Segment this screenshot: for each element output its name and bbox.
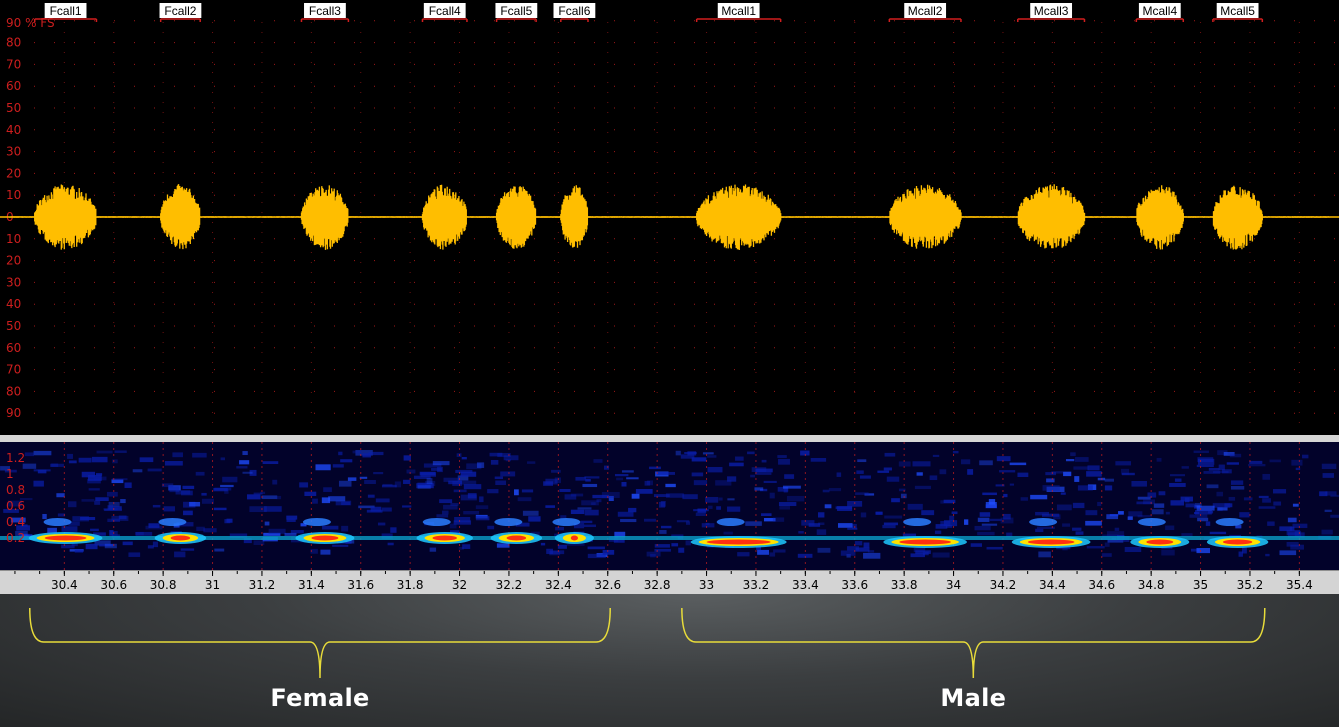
waveform-panel[interactable]: 90 % FS 80 70 60 50 40 30 20 10 0 10 20 30 40 50 60 70 80…: [0, 0, 1339, 435]
amplitude-label: 10: [6, 232, 21, 246]
time-tick-label: 31.4: [298, 578, 325, 592]
time-tick-label: 35.2: [1237, 578, 1264, 592]
bracket-male: [681, 607, 1266, 679]
time-tick-label: 33: [699, 578, 714, 592]
time-tick-label: 33.2: [743, 578, 770, 592]
time-axis[interactable]: 30.4 30.6 30.8 31 31.2 31.4 31.6 31.8 32 32.2 32.4…: [0, 570, 1339, 595]
time-tick-label: 34.4: [1039, 578, 1066, 592]
call-marker-fcall6[interactable]: Fcall6: [553, 3, 596, 22]
amplitude-label: 60: [6, 341, 21, 355]
time-tick-label: 34.6: [1088, 578, 1115, 592]
amplitude-label: 60: [6, 79, 21, 93]
group-brackets: [29, 607, 1266, 679]
call-marker-mcall2[interactable]: Mcall2: [888, 3, 962, 22]
time-tick-label: 31.2: [249, 578, 276, 592]
male-group-label: Male: [940, 684, 1007, 712]
amplitude-label: 70: [6, 363, 21, 377]
time-tick-label: 30.8: [150, 578, 177, 592]
amplitude-label: 30: [6, 275, 21, 289]
call-label: Fcall4: [429, 4, 461, 18]
call-marker-mcall1[interactable]: Mcall1: [695, 3, 782, 22]
time-tick-label: 30.4: [51, 578, 78, 592]
amplitude-label: 90: [6, 406, 21, 420]
time-tick-label: 31.6: [347, 578, 374, 592]
frequency-label: 0.8: [6, 483, 25, 497]
frequency-label: 1.2: [6, 451, 25, 465]
spectrogram-call-mcall1: [690, 518, 787, 548]
time-tick-label: 33.6: [841, 578, 868, 592]
call-marker-fcall1[interactable]: Fcall1: [33, 3, 98, 22]
time-tick-label: 30.6: [100, 578, 127, 592]
amplitude-label: 40: [6, 123, 21, 137]
call-marker-fcall5[interactable]: Fcall5: [495, 3, 538, 22]
time-axis-scale: 30.4 30.6 30.8 31 31.2 31.4 31.6 31.8 32 32.2 32.4…: [14, 571, 1313, 592]
amplitude-label: 10: [6, 188, 21, 202]
spectrogram-call-mcall4: [1130, 518, 1190, 548]
call-label: Fcall1: [50, 4, 82, 18]
call-label: Mcall2: [908, 4, 943, 18]
amplitude-unit-label: 90 % FS: [6, 16, 55, 30]
time-tick-label: 33.8: [891, 578, 918, 592]
time-tick-label: 32: [452, 578, 467, 592]
frequency-label: 0.4: [6, 515, 25, 529]
call-label: Mcall4: [1142, 4, 1177, 18]
call-marker-mcall4[interactable]: Mcall4: [1135, 3, 1185, 22]
time-tick-label: 31: [205, 578, 220, 592]
call-label: Mcall3: [1034, 4, 1069, 18]
amplitude-label: 20: [6, 166, 21, 180]
bracket-female: [29, 607, 611, 679]
time-tick-label: 32.8: [644, 578, 671, 592]
time-tick-label: 32.6: [594, 578, 621, 592]
time-tick-label: 32.4: [545, 578, 572, 592]
panel-divider[interactable]: [0, 435, 1339, 442]
spectrogram-plot[interactable]: 1.2 1 0.8 0.6 0.4 0.2: [0, 442, 1339, 570]
amplitude-label: 40: [6, 297, 21, 311]
amplitude-label: 80: [6, 36, 21, 50]
spectrogram-call-fcall5: [490, 518, 543, 544]
call-label: Fcall2: [164, 4, 196, 18]
time-tick-label: 31.8: [397, 578, 424, 592]
call-label: Mcall1: [721, 4, 756, 18]
amplitude-label: 50: [6, 319, 21, 333]
amplitude-label: 70: [6, 57, 21, 71]
call-marker-mcall5[interactable]: Mcall5: [1212, 3, 1264, 22]
call-marker-mcall3[interactable]: Mcall3: [1017, 3, 1086, 22]
annotation-area: Female Male: [0, 594, 1339, 727]
frequency-label: 0.2: [6, 531, 25, 545]
time-tick-label: 35: [1193, 578, 1208, 592]
call-label: Fcall5: [500, 4, 532, 18]
time-tick-label: 32.2: [496, 578, 523, 592]
amplitude-label: 30: [6, 145, 21, 159]
amplitude-label: 20: [6, 254, 21, 268]
spectrogram-panel[interactable]: 1.2 1 0.8 0.6 0.4 0.2: [0, 442, 1339, 570]
female-group-label: Female: [270, 684, 370, 712]
time-tick-label: 35.4: [1286, 578, 1313, 592]
time-tick-label: 34.2: [990, 578, 1017, 592]
call-marker-fcall4[interactable]: Fcall4: [421, 3, 468, 22]
time-tick-label: 33.4: [792, 578, 819, 592]
waveform-plot[interactable]: 90 % FS807060504030201001020304050607080…: [0, 0, 1339, 435]
call-marker-fcall2[interactable]: Fcall2: [159, 3, 202, 22]
call-label: Fcall6: [558, 4, 590, 18]
call-marker-fcall3[interactable]: Fcall3: [300, 3, 350, 22]
time-tick-label: 34.8: [1138, 578, 1165, 592]
time-tick-label: 34: [946, 578, 961, 592]
amplitude-label: 50: [6, 101, 21, 115]
call-label: Fcall3: [309, 4, 341, 18]
call-label: Mcall5: [1220, 4, 1255, 18]
amplitude-label: 80: [6, 384, 21, 398]
frequency-label: 1: [6, 467, 14, 481]
frequency-label: 0.6: [6, 499, 25, 513]
